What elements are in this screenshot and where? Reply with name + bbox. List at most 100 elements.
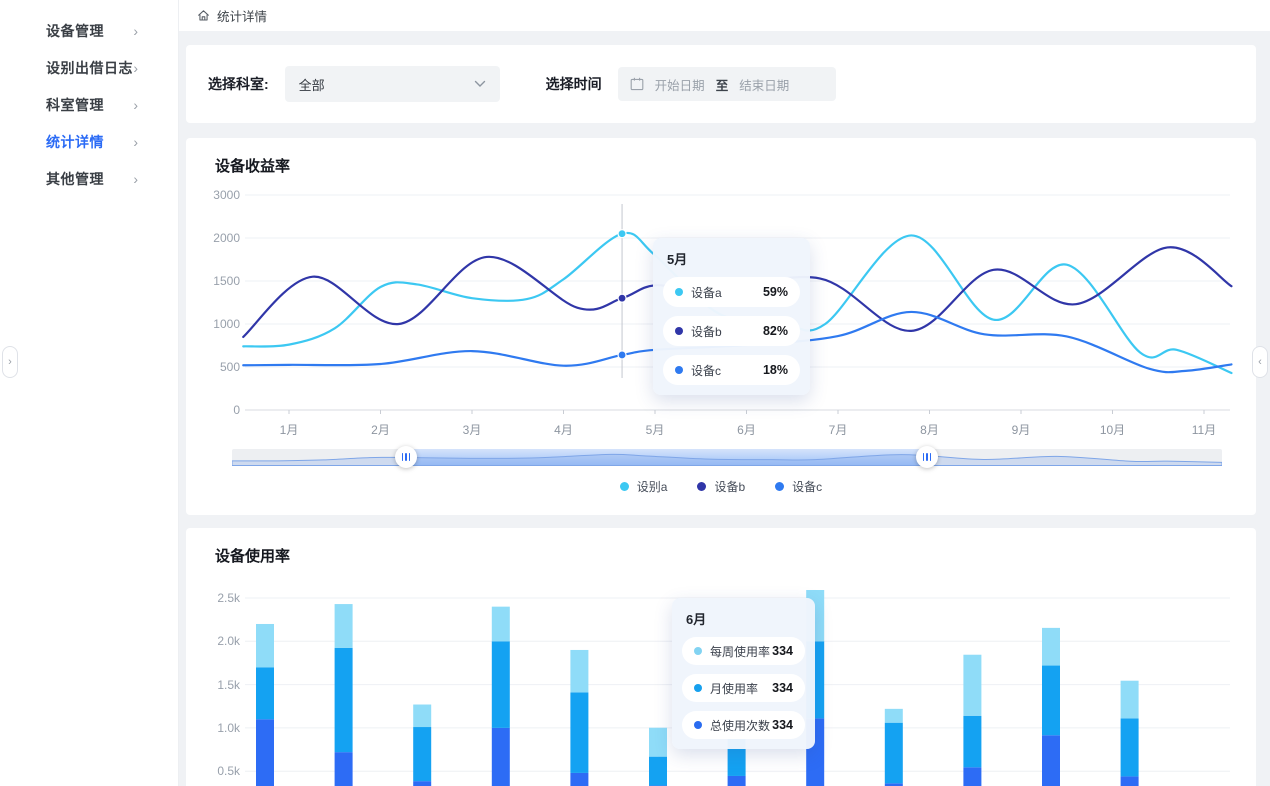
legend-label: 设别a (637, 478, 668, 495)
bar-segment-月使用率 (1042, 666, 1060, 736)
legend-dot-icon (775, 482, 784, 491)
chevron-right-icon: › (133, 172, 138, 186)
date-end-placeholder[interactable]: 结束日期 (739, 75, 789, 94)
bar-segment-每周使用率 (649, 728, 667, 757)
tooltip-series-value: 82% (763, 324, 788, 338)
x-tick-label: 8月 (920, 421, 939, 438)
date-start-placeholder[interactable]: 开始日期 (655, 75, 705, 94)
bar-segment-总使用次数 (335, 752, 353, 786)
x-tick-label: 2月 (371, 421, 390, 438)
handle-grip-icon (926, 453, 928, 461)
sidebar-item[interactable]: 统计详情› (0, 123, 178, 160)
legend-item[interactable]: 设备b (697, 478, 745, 495)
sidebar-item-label: 科室管理 (46, 95, 104, 115)
tooltip-row: 设备b 82% (663, 316, 800, 346)
home-icon (196, 8, 211, 23)
breadcrumb-bar: 统计详情 (179, 0, 1270, 31)
filter-card: 选择科室: 全部 选择时间 开始日期 至 结束日期 (186, 45, 1256, 123)
chevron-right-icon: › (133, 135, 138, 149)
usage-chart-card: 设备使用率 2.5k2.0k1.5k1.0k0.5k 6月每周使用率334月使用… (186, 528, 1256, 786)
y-tick-label: 1.0k (186, 721, 240, 735)
x-tick-label: 3月 (463, 421, 482, 438)
tooltip-row-left: 设备c (675, 362, 721, 379)
bar-segment-月使用率 (1121, 718, 1139, 776)
tooltip-series-value: 334 (772, 718, 793, 732)
marker-dot (618, 294, 626, 302)
datazoom-slider[interactable] (232, 449, 1222, 466)
bar-segment-月使用率 (963, 716, 981, 768)
handle-grip-icon (409, 453, 411, 461)
x-tick-label: 5月 (646, 421, 665, 438)
chevron-right-icon: › (133, 98, 138, 112)
breadcrumb[interactable]: 统计详情 (217, 6, 267, 25)
tooltip-row: 每周使用率334 (682, 637, 805, 665)
sidebar-expand-toggle[interactable]: › (2, 346, 18, 378)
handle-grip-icon (402, 453, 404, 461)
y-tick-label: 1000 (186, 317, 240, 331)
marker-dot (618, 351, 626, 359)
y-tick-label: 1.5k (186, 678, 240, 692)
bar-segment-月使用率 (256, 667, 274, 719)
tooltip-row-left: 设备b (675, 323, 722, 340)
tooltip-series-value: 59% (763, 285, 788, 299)
datazoom-track (232, 449, 1222, 466)
line-chart-legend: 设别a 设备b 设备c (186, 478, 1256, 495)
x-tick-label: 9月 (1012, 421, 1031, 438)
sidebar-item-label: 设备管理 (46, 21, 104, 41)
tooltip-row-left: 每周使用率 (694, 643, 770, 660)
dept-select[interactable]: 全部 (285, 66, 500, 102)
handle-grip-icon (405, 453, 407, 461)
x-tick-label: 1月 (280, 421, 299, 438)
sidebar-item[interactable]: 设别出借日志› (0, 49, 178, 86)
bar-segment-月使用率 (649, 757, 667, 786)
y-tick-label: 0 (186, 403, 240, 417)
tooltip-series-value: 18% (763, 363, 788, 377)
y-tick-label: 1500 (186, 274, 240, 288)
chevron-right-icon: › (8, 356, 12, 368)
sidebar-item[interactable]: 其他管理 › (0, 160, 178, 197)
series-dot-icon (675, 288, 683, 296)
bar-segment-月使用率 (335, 648, 353, 752)
tooltip-row: 设备a59% (663, 277, 800, 307)
tooltip-row: 总使用次数334 (682, 711, 805, 739)
series-dot-icon (694, 684, 702, 692)
legend-item[interactable]: 设备c (775, 478, 822, 495)
bar-segment-总使用次数 (570, 773, 588, 786)
legend-dot-icon (620, 482, 629, 491)
app-root: 设备管理›设别出借日志›科室管理›统计详情›其他管理› 统计详情 选择科室: 全… (0, 0, 1270, 786)
tooltip-header: 6月 (686, 609, 805, 628)
bar-segment-每周使用率 (885, 709, 903, 723)
bar-segment-每周使用率 (335, 604, 353, 648)
tooltip-series-name: 设备c (691, 362, 721, 379)
date-range-picker[interactable]: 开始日期 至 结束日期 (618, 67, 836, 101)
x-tick-label: 7月 (829, 421, 848, 438)
bar-segment-总使用次数 (413, 781, 431, 786)
sidebar-item-label: 设别出借日志 (46, 58, 133, 78)
legend-item[interactable]: 设别a (620, 478, 668, 495)
legend-label: 设备b (714, 478, 745, 495)
bar-segment-月使用率 (885, 723, 903, 784)
sidebar-item-label: 其他管理 (46, 169, 104, 189)
y-tick-label: 2000 (186, 231, 240, 245)
dept-select-value: 全部 (299, 75, 325, 94)
panel-collapse-toggle[interactable]: ‹ (1252, 346, 1268, 378)
bar-segment-月使用率 (413, 727, 431, 781)
tooltip-series-name: 每周使用率 (710, 643, 770, 660)
bar-segment-总使用次数 (492, 728, 510, 786)
line-chart-tooltip: 5月设备a59%设备b82%设备c18% (653, 238, 810, 395)
bar-segment-月使用率 (570, 692, 588, 773)
legend-label: 设备c (792, 478, 822, 495)
bar-segment-每周使用率 (256, 624, 274, 667)
tooltip-series-value: 334 (772, 644, 793, 658)
sidebar-item[interactable]: 设备管理› (0, 12, 178, 49)
datazoom-handle[interactable] (916, 446, 938, 468)
sidebar-menu: 设备管理›设别出借日志›科室管理›统计详情›其他管理› (0, 0, 178, 197)
series-dot-icon (675, 366, 683, 374)
sidebar-item[interactable]: 科室管理 › (0, 86, 178, 123)
bar-segment-每周使用率 (413, 705, 431, 728)
dept-filter-label: 选择科室: (208, 74, 269, 94)
x-tick-label: 10月 (1100, 421, 1125, 438)
revenue-chart-card: 设备收益率 30002000150010005000 1月2月3月4月5月6月7… (186, 138, 1256, 515)
marker-dot (618, 230, 626, 238)
x-tick-label: 6月 (737, 421, 756, 438)
